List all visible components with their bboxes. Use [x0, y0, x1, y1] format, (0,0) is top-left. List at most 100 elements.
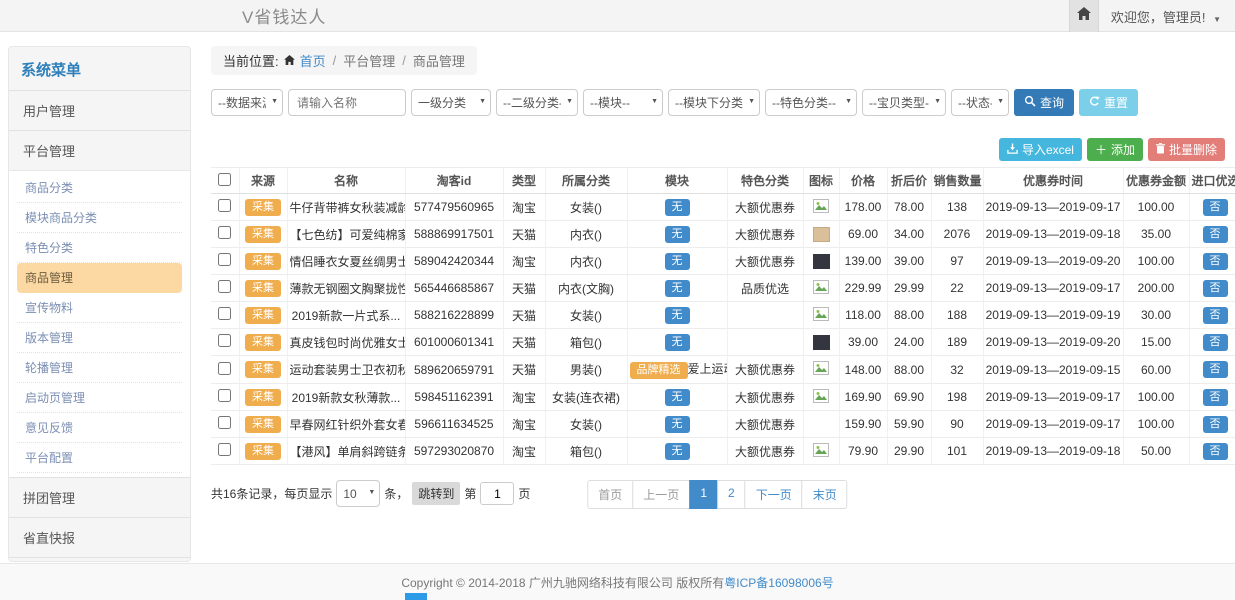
source-badge: 采集	[245, 307, 281, 324]
product-category: 内衣()	[545, 221, 627, 248]
filter-select-状态[interactable]: --状态--	[951, 89, 1009, 116]
module-none-badge[interactable]: 无	[665, 334, 690, 351]
row-checkbox[interactable]	[218, 253, 231, 266]
module-none-badge[interactable]: 无	[665, 226, 690, 243]
pager-下一页[interactable]: 下一页	[745, 480, 803, 509]
sidebar-item-平台管理[interactable]: 平台管理	[9, 130, 190, 170]
discount-price: 78.00	[887, 194, 931, 221]
import-select-toggle[interactable]: 否	[1203, 361, 1228, 378]
home-button[interactable]	[1069, 0, 1099, 32]
action-toolbar: 导入excel ＋ 添加 批量删除	[211, 138, 1225, 161]
row-checkbox[interactable]	[218, 362, 231, 375]
select-all-checkbox[interactable]	[218, 173, 231, 186]
reset-label: 重置	[1104, 94, 1128, 111]
batch-delete-button[interactable]: 批量删除	[1148, 138, 1225, 161]
product-thumbnail	[803, 275, 839, 302]
reset-button[interactable]: 重置	[1079, 89, 1138, 116]
sidebar-subitem-平台配置[interactable]: 平台配置	[17, 443, 182, 473]
import-select-toggle[interactable]: 否	[1203, 226, 1228, 243]
row-checkbox[interactable]	[218, 416, 231, 429]
sidebar-item-省直快报[interactable]: 省直快报	[9, 517, 190, 557]
row-checkbox[interactable]	[218, 199, 231, 212]
price: 148.00	[839, 356, 887, 384]
pager-首页[interactable]: 首页	[587, 480, 633, 509]
sidebar-subitem-商品管理[interactable]: 商品管理	[17, 263, 182, 293]
taoke-id: 601000601341	[405, 329, 503, 356]
pager-1[interactable]: 1	[689, 480, 718, 509]
import-select-toggle[interactable]: 否	[1203, 280, 1228, 297]
column-header-模块: 模块	[627, 168, 727, 194]
sidebar-subitem-商品分类[interactable]: 商品分类	[17, 173, 182, 203]
sidebar-subitem-版本管理[interactable]: 版本管理	[17, 323, 182, 353]
row-checkbox[interactable]	[218, 226, 231, 239]
jump-to-button[interactable]: 跳转到	[412, 482, 460, 505]
search-button[interactable]: 查询	[1014, 89, 1074, 116]
filter-select-模块下分类[interactable]: --模块下分类--	[668, 89, 760, 116]
import-select-toggle[interactable]: 否	[1203, 416, 1228, 433]
icp-link[interactable]: 粤ICP备16098006号	[724, 574, 833, 591]
product-thumbnail	[803, 302, 839, 329]
module-none-badge[interactable]: 无	[665, 443, 690, 460]
import-select-toggle[interactable]: 否	[1203, 199, 1228, 216]
discount-price: 39.00	[887, 248, 931, 275]
user-menu[interactable]: 欢迎您，管理员! ▼	[1099, 7, 1235, 26]
coupon-time: 2019-09-13—2019-09-17	[983, 411, 1123, 438]
sidebar-subitem-意见反馈[interactable]: 意见反馈	[17, 413, 182, 443]
search-label: 查询	[1040, 94, 1064, 111]
sidebar-subitem-特色分类[interactable]: 特色分类	[17, 233, 182, 263]
import-select-toggle[interactable]: 否	[1203, 307, 1228, 324]
feature-category: 大额优惠券	[727, 221, 803, 248]
row-checkbox[interactable]	[218, 334, 231, 347]
import-select-toggle[interactable]: 否	[1203, 389, 1228, 406]
row-checkbox[interactable]	[218, 280, 231, 293]
import-select-toggle[interactable]: 否	[1203, 443, 1228, 460]
sales-count: 97	[931, 248, 983, 275]
taoke-id: 598451162391	[405, 384, 503, 411]
filter-select-模块[interactable]: --模块--	[583, 89, 663, 116]
import-select-toggle[interactable]: 否	[1203, 334, 1228, 351]
filter-select-data-source[interactable]: --数据来源--	[211, 89, 283, 116]
sidebar: 系统菜单 用户管理平台管理商品分类模块商品分类特色分类商品管理宣传物料版本管理轮…	[8, 46, 191, 562]
sidebar-item-用户管理[interactable]: 用户管理	[9, 90, 190, 130]
pager-末页[interactable]: 末页	[802, 480, 848, 509]
add-button[interactable]: ＋ 添加	[1087, 138, 1143, 161]
pager-2[interactable]: 2	[717, 480, 746, 509]
discount-price: 69.90	[887, 384, 931, 411]
module-none-badge[interactable]: 无	[665, 253, 690, 270]
sidebar-subitem-轮播管理[interactable]: 轮播管理	[17, 353, 182, 383]
name-search-input[interactable]	[288, 89, 406, 116]
import-excel-button[interactable]: 导入excel	[999, 138, 1082, 161]
sales-count: 2076	[931, 221, 983, 248]
filter-select-二级分类[interactable]: --二级分类--	[496, 89, 578, 116]
table-row: 采集【七色纺】可爱纯棉家...588869917501天猫内衣()无大额优惠券6…	[211, 221, 1235, 248]
module-none-badge[interactable]: 无	[665, 199, 690, 216]
sidebar-subitem-宣传物料[interactable]: 宣传物料	[17, 293, 182, 323]
trash-icon	[1156, 143, 1165, 157]
coupon-amount: 30.00	[1123, 302, 1189, 329]
filter-select-特色分类[interactable]: --特色分类--	[765, 89, 857, 116]
jump-page-input[interactable]	[480, 482, 514, 505]
module-none-badge[interactable]: 无	[665, 416, 690, 433]
row-checkbox[interactable]	[218, 389, 231, 402]
import-select-toggle[interactable]: 否	[1203, 253, 1228, 270]
module-none-badge[interactable]: 无	[665, 389, 690, 406]
sidebar-item-消息管理[interactable]: 消息管理	[9, 557, 190, 562]
row-checkbox[interactable]	[218, 443, 231, 456]
sidebar-item-拼团管理[interactable]: 拼团管理	[9, 477, 190, 517]
per-page-select[interactable]: 10	[336, 480, 380, 507]
filter-select-宝贝类型[interactable]: --宝贝类型--	[862, 89, 946, 116]
sidebar-subitem-模块商品分类[interactable]: 模块商品分类	[17, 203, 182, 233]
column-header-来源: 来源	[239, 168, 287, 194]
module-none-badge[interactable]: 无	[665, 307, 690, 324]
source-badge: 采集	[245, 226, 281, 243]
table-row: 采集2019新款一片式系...588216228899天猫女装()无118.00…	[211, 302, 1235, 329]
breadcrumb-home-link[interactable]: 首页	[300, 51, 326, 70]
feature-category: 大额优惠券	[727, 248, 803, 275]
sidebar-subitem-启动页管理[interactable]: 启动页管理	[17, 383, 182, 413]
product-thumbnail	[803, 356, 839, 384]
row-checkbox[interactable]	[218, 307, 231, 320]
module-none-badge[interactable]: 无	[665, 280, 690, 297]
filter-select-一级分类[interactable]: 一级分类	[411, 89, 491, 116]
pager-上一页[interactable]: 上一页	[632, 480, 690, 509]
taoke-id: 589042420344	[405, 248, 503, 275]
